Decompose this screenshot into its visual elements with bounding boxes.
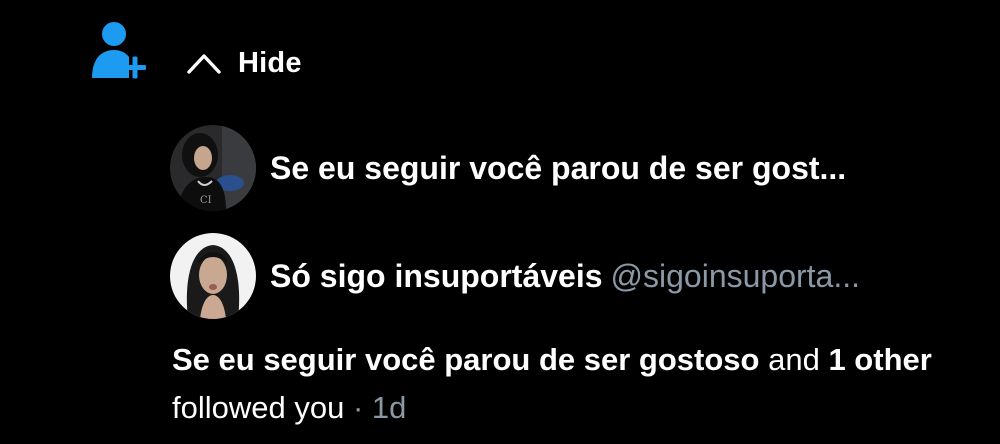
hide-label: Hide: [238, 46, 302, 79]
follower-row[interactable]: Só sigo insuportáveis @sigoinsuporta...: [170, 232, 970, 320]
follower-handle: @sigoinsuporta...: [610, 257, 861, 294]
follower-row[interactable]: CI Se eu seguir você parou de ser gost..…: [170, 124, 970, 212]
hide-toggle-button[interactable]: Hide: [184, 40, 302, 86]
follower-name[interactable]: Só sigo insuportáveis: [270, 258, 603, 294]
avatar[interactable]: CI: [170, 125, 256, 211]
person-add-icon: [92, 22, 146, 79]
timestamp: 1d: [371, 390, 407, 425]
summary-others[interactable]: 1 other: [828, 342, 931, 377]
chevron-up-icon: [187, 54, 221, 74]
summary-separator: ·: [352, 390, 364, 425]
summary-first-name[interactable]: Se eu seguir você parou de ser gostoso: [172, 342, 759, 377]
summary-action: followed you: [172, 390, 345, 425]
svg-text:CI: CI: [200, 195, 212, 206]
follow-notification[interactable]: Hide CI Se eu seguir você parou de ser g…: [0, 0, 1000, 444]
notification-summary: Se eu seguir você parou de ser gostoso a…: [172, 336, 972, 432]
avatar[interactable]: [170, 233, 256, 319]
summary-conjunction: and: [768, 342, 820, 377]
follower-name[interactable]: Se eu seguir você parou de ser gost...: [270, 150, 846, 186]
